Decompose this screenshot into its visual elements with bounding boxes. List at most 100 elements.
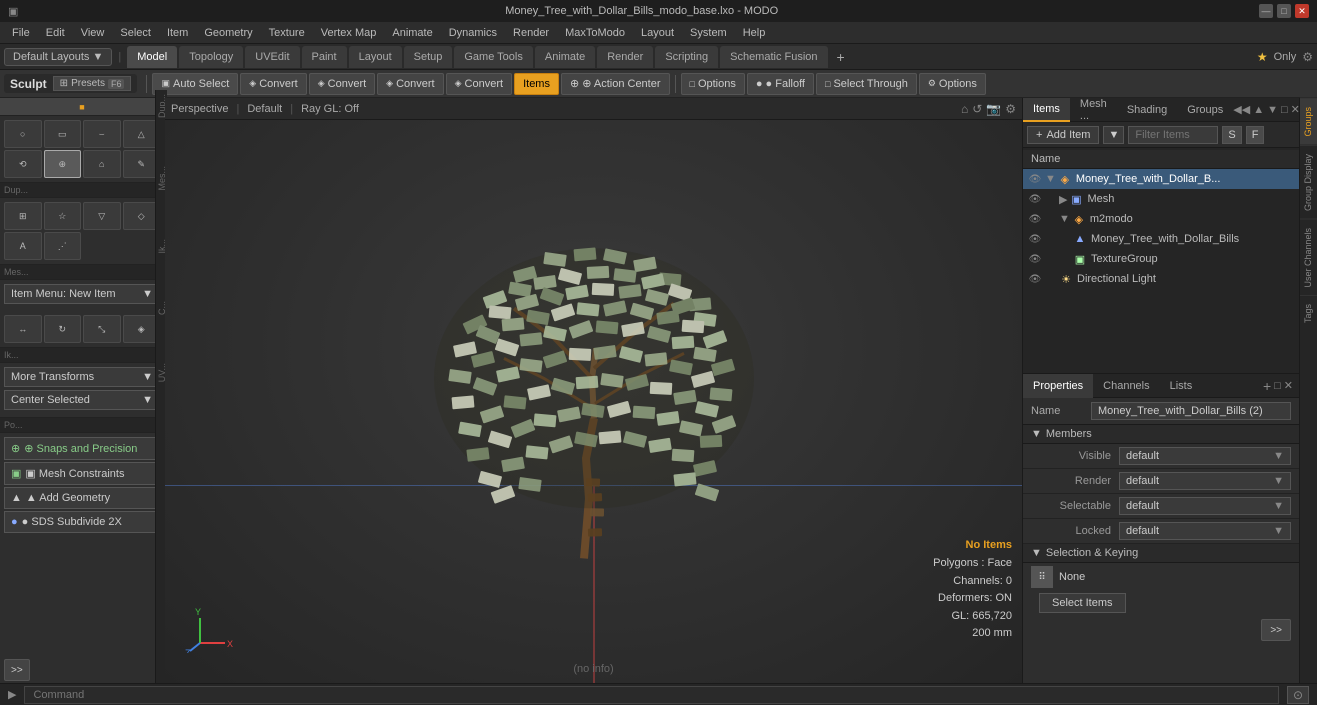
eye-icon-5[interactable]: 👁: [1027, 251, 1043, 267]
tab-render[interactable]: Render: [597, 46, 653, 68]
tool-rotate[interactable]: ⟲: [4, 150, 42, 178]
right-expand-icon[interactable]: □: [1281, 104, 1288, 116]
tab-layout[interactable]: Layout: [349, 46, 402, 68]
tool-star[interactable]: ☆: [44, 202, 82, 230]
groups-tab-display[interactable]: Group Display: [1300, 145, 1317, 219]
members-section-header[interactable]: ▼ Members: [1023, 425, 1299, 444]
viewport-canvas[interactable]: No Items Polygons : Face Channels: 0 Def…: [165, 120, 1022, 683]
right-down-icon[interactable]: ▼: [1267, 104, 1278, 116]
select-through-button[interactable]: □ Select Through: [816, 73, 917, 95]
tool-grid[interactable]: ⊞: [4, 202, 42, 230]
tab-setup[interactable]: Setup: [404, 46, 453, 68]
options-button-2[interactable]: ⚙ Options: [919, 73, 986, 95]
expand-arrow-2[interactable]: ▶: [1059, 193, 1067, 206]
menu-view[interactable]: View: [73, 25, 113, 41]
groups-tab-tags[interactable]: Tags: [1300, 295, 1317, 331]
tab-groups[interactable]: Groups: [1177, 98, 1233, 122]
options-button-1[interactable]: □ Options: [681, 73, 745, 95]
more-transforms-dropdown[interactable]: More Transforms ▼: [4, 367, 160, 387]
tool-rotate-transform[interactable]: ↻: [44, 315, 82, 343]
menu-geometry[interactable]: Geometry: [196, 25, 260, 41]
name-input[interactable]: [1091, 402, 1291, 420]
tool-scale[interactable]: ⤡: [83, 315, 121, 343]
selectable-dropdown[interactable]: default ▼: [1119, 497, 1291, 515]
menu-texture[interactable]: Texture: [261, 25, 313, 41]
select-items-button[interactable]: Select Items: [1039, 593, 1126, 613]
props-close-icon[interactable]: ✕: [1284, 379, 1293, 392]
add-item-button[interactable]: + Add Item: [1027, 126, 1099, 144]
center-selected-dropdown[interactable]: Center Selected ▼: [4, 390, 160, 410]
falloff-button[interactable]: ● ● Falloff: [747, 73, 814, 95]
vp-reset-icon[interactable]: ↺: [972, 102, 982, 116]
props-expand-icon[interactable]: □: [1274, 380, 1281, 392]
menu-layout[interactable]: Layout: [633, 25, 682, 41]
tab-schematic[interactable]: Schematic Fusion: [720, 46, 827, 68]
filter-f-button[interactable]: F: [1246, 126, 1265, 144]
bottom-expand-icon[interactable]: ▶: [8, 688, 16, 701]
tab-items[interactable]: Items: [1023, 98, 1070, 122]
filter-items-input[interactable]: [1128, 126, 1218, 144]
expand-arrow-1[interactable]: ▼: [1045, 173, 1056, 185]
vp-home-icon[interactable]: ⌂: [961, 102, 968, 116]
menu-dynamics[interactable]: Dynamics: [441, 25, 505, 41]
tool-cylinder[interactable]: ⌣: [83, 120, 121, 148]
menu-item[interactable]: Item: [159, 25, 196, 41]
tool-box[interactable]: ▭: [44, 120, 82, 148]
tab-scripting[interactable]: Scripting: [655, 46, 718, 68]
tool-join[interactable]: ⊕: [44, 150, 82, 178]
groups-tab-user-channels[interactable]: User Channels: [1300, 219, 1317, 296]
eye-icon-3[interactable]: 👁: [1027, 211, 1043, 227]
menu-help[interactable]: Help: [735, 25, 774, 41]
eye-icon-4[interactable]: 👁: [1027, 231, 1043, 247]
presets-button[interactable]: ⊞ Presets F6: [53, 76, 132, 91]
tab-paint[interactable]: Paint: [302, 46, 347, 68]
tree-item-directional-light[interactable]: 👁 ☀ Directional Light: [1023, 269, 1299, 289]
tool-sphere[interactable]: ○: [4, 120, 42, 148]
eye-icon-6[interactable]: 👁: [1027, 271, 1043, 287]
minimize-button[interactable]: —: [1259, 4, 1273, 18]
tab-shading[interactable]: Shading: [1117, 98, 1177, 122]
props-plus-icon[interactable]: +: [1263, 378, 1271, 394]
left-expand-button[interactable]: >>: [4, 659, 30, 681]
tool-surface[interactable]: ⌂: [83, 150, 121, 178]
menu-system[interactable]: System: [682, 25, 735, 41]
action-center-button[interactable]: ⊕ ⊕ Action Center: [561, 73, 670, 95]
settings-icon[interactable]: ⚙: [1302, 50, 1313, 64]
tool-text[interactable]: A: [4, 232, 42, 260]
maximize-button[interactable]: □: [1277, 4, 1291, 18]
right-close-icon[interactable]: ✕: [1291, 103, 1299, 116]
tool-move[interactable]: ↔: [4, 315, 42, 343]
snaps-precision-button[interactable]: ⊕ ⊕ Snaps and Precision: [4, 437, 160, 460]
menu-render[interactable]: Render: [505, 25, 557, 41]
locked-dropdown[interactable]: default ▼: [1119, 522, 1291, 540]
add-geometry-button[interactable]: ▲ ▲ Add Geometry: [4, 487, 160, 509]
tab-add-button[interactable]: +: [830, 46, 852, 68]
tab-properties[interactable]: Properties: [1023, 374, 1093, 398]
vp-settings-icon[interactable]: ⚙: [1005, 102, 1016, 116]
menu-edit[interactable]: Edit: [38, 25, 73, 41]
convert-button-1[interactable]: ◈ Convert: [240, 73, 306, 95]
menu-file[interactable]: File: [4, 25, 38, 41]
tab-topology[interactable]: Topology: [179, 46, 243, 68]
render-dropdown[interactable]: default ▼: [1119, 472, 1291, 490]
tab-animate[interactable]: Animate: [535, 46, 595, 68]
tab-uvedit[interactable]: UVEdit: [245, 46, 299, 68]
tree-item-moneytree-mesh[interactable]: 👁 ▲ Money_Tree_with_Dollar_Bills: [1023, 229, 1299, 249]
tab-game-tools[interactable]: Game Tools: [454, 46, 533, 68]
convert-button-4[interactable]: ◈ Convert: [446, 73, 512, 95]
tree-item-mesh[interactable]: 👁 ▶ ▣ Mesh: [1023, 189, 1299, 209]
mesh-constraints-button[interactable]: ▣ ▣ Mesh Constraints: [4, 462, 160, 485]
items-button[interactable]: Items: [514, 73, 559, 95]
expand-arrow-3[interactable]: ▼: [1059, 213, 1070, 225]
menu-select[interactable]: Select: [112, 25, 159, 41]
tab-channels[interactable]: Channels: [1093, 374, 1159, 398]
command-input[interactable]: [24, 686, 1279, 704]
tab-model[interactable]: Model: [127, 46, 177, 68]
filter-s-button[interactable]: S: [1222, 126, 1241, 144]
layouts-dropdown[interactable]: Default Layouts ▼: [4, 48, 112, 66]
tool-tri[interactable]: ▽: [83, 202, 121, 230]
vp-camera-icon[interactable]: 📷: [986, 102, 1001, 116]
add-item-dropdown-arrow[interactable]: ▼: [1103, 126, 1124, 144]
convert-button-3[interactable]: ◈ Convert: [377, 73, 443, 95]
close-button[interactable]: ✕: [1295, 4, 1309, 18]
